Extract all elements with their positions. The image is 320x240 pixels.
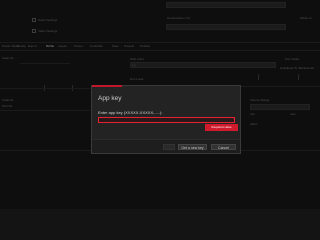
dialog-title: App key (98, 95, 122, 102)
get-new-key-button[interactable]: Get a new key (178, 144, 207, 150)
app-key-dialog: App key Enter app key (XXXXX-XXXXX-.....… (91, 85, 241, 154)
error-icon: ! (233, 117, 234, 121)
dialog-accent-bar (92, 85, 122, 87)
ok-button[interactable] (163, 144, 175, 150)
dialog-footer: Get a new key Cancel (92, 139, 240, 153)
cancel-button[interactable]: Cancel (211, 144, 236, 150)
app-key-label: Enter app key (XXXXX-XXXXX-.....): (98, 110, 163, 115)
app-key-input[interactable] (98, 117, 235, 123)
error-tooltip: Required value (205, 124, 238, 131)
